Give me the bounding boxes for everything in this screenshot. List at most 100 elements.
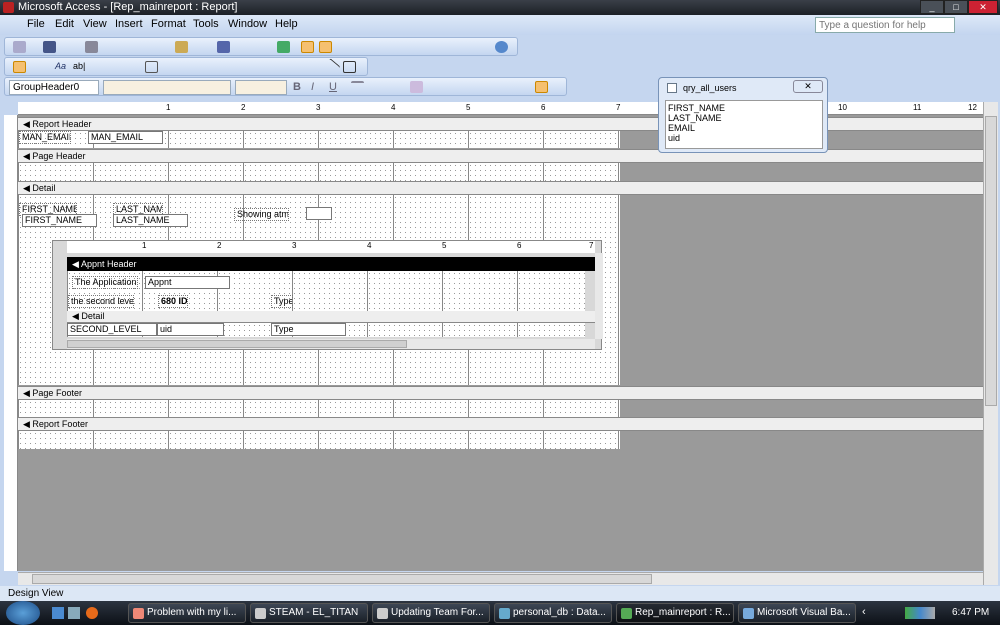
undo-icon[interactable] — [217, 41, 230, 53]
close-button[interactable]: ✕ — [968, 0, 998, 14]
switch-windows-icon[interactable] — [68, 607, 80, 619]
save-icon[interactable] — [43, 41, 56, 53]
menu-window[interactable]: Window — [228, 18, 267, 30]
window-title: Microsoft Access - [Rep_mainreport : Rep… — [18, 1, 238, 13]
subreport-vertical-scrollbar[interactable] — [595, 253, 603, 339]
menu-edit[interactable]: Edit — [55, 18, 74, 30]
menu-help[interactable]: Help — [275, 18, 298, 30]
start-button[interactable] — [6, 601, 40, 625]
field-item[interactable]: uid — [668, 133, 820, 143]
italic-button[interactable]: I — [311, 81, 324, 93]
print-icon[interactable] — [85, 41, 98, 53]
special-effect-icon[interactable] — [535, 81, 548, 93]
vertical-ruler — [4, 115, 18, 571]
field-item[interactable]: FIRST_NAME — [668, 103, 820, 113]
scroll-thumb[interactable] — [985, 116, 997, 406]
last-name-field[interactable]: LAST_NAME — [113, 214, 188, 227]
show-desktop-icon[interactable] — [52, 607, 64, 619]
checkbox-tool-icon[interactable] — [145, 61, 158, 73]
subreport-horizontal-scrollbar[interactable] — [67, 339, 595, 349]
ruler-mark: 10 — [838, 103, 847, 112]
menu-insert[interactable]: Insert — [115, 18, 143, 30]
vertical-scrollbar[interactable] — [983, 102, 998, 585]
steam-icon — [377, 608, 388, 619]
menu-tools[interactable]: Tools — [193, 18, 219, 30]
clock[interactable]: 6:47 PM — [952, 607, 989, 618]
task-firefox[interactable]: Problem with my li... — [128, 603, 246, 623]
man-email-label[interactable]: MAN_EMAIL: — [19, 131, 71, 144]
page-header-grid — [18, 163, 620, 181]
maximize-button[interactable]: □ — [944, 0, 968, 14]
horizontal-scrollbar[interactable] — [18, 572, 983, 585]
section-label: Detail — [32, 183, 56, 193]
underline-button[interactable]: U — [329, 81, 342, 93]
tray-icons[interactable] — [905, 607, 935, 619]
ruler-mark: 1 — [142, 241, 147, 250]
report-icon — [621, 608, 632, 619]
second-level-label[interactable]: the second level — [68, 295, 134, 308]
type-label[interactable]: Type — [271, 295, 293, 308]
rectangle-tool-icon[interactable] — [343, 61, 356, 73]
help-search-input[interactable] — [815, 17, 955, 33]
appnt-header-grid: The Application: Appnt the second level … — [67, 271, 585, 311]
field-list-icon[interactable] — [277, 41, 290, 53]
field-item[interactable]: EMAIL — [668, 123, 820, 133]
section-page-footer[interactable]: ◀ Page Footer — [18, 386, 983, 400]
help-icon[interactable] — [495, 41, 508, 53]
view-icon[interactable] — [13, 41, 26, 53]
second-level-field[interactable]: SECOND_LEVEL — [67, 323, 157, 336]
menu-format[interactable]: Format — [151, 18, 186, 30]
section-report-footer[interactable]: ◀ Report Footer — [18, 417, 983, 431]
subreport-control[interactable]: 1 2 3 4 5 6 7 ◀ Appnt Header The Applica… — [52, 240, 603, 350]
align-left-icon[interactable] — [351, 81, 364, 93]
showing-atm-field[interactable] — [306, 207, 332, 220]
menu-view[interactable]: View — [83, 18, 107, 30]
appnt-header-bar[interactable]: ◀ Appnt Header — [67, 257, 595, 271]
man-email-field[interactable]: MAN_EMAIL — [88, 131, 163, 144]
application-label[interactable]: The Application: — [72, 276, 138, 289]
uid-field[interactable]: uid — [157, 323, 224, 336]
task-vba[interactable]: Microsoft Visual Ba... — [738, 603, 856, 623]
task-steam[interactable]: STEAM - EL_TITAN — [250, 603, 368, 623]
field-list-close-button[interactable]: ✕ — [793, 80, 823, 93]
scroll-thumb[interactable] — [32, 574, 652, 584]
object-select[interactable]: GroupHeader0 — [9, 80, 99, 95]
report-header-grid: MAN_EMAIL: MAN_EMAIL — [18, 131, 620, 148]
bold-button[interactable]: B — [293, 81, 306, 93]
line-tool-icon[interactable] — [322, 58, 341, 76]
section-detail[interactable]: ◀ Detail — [18, 181, 983, 195]
toolbox-toggle-icon[interactable] — [301, 41, 314, 53]
task-label: Problem with my li... — [147, 607, 237, 618]
select-objects-icon[interactable] — [13, 61, 26, 73]
font-size-select[interactable] — [235, 80, 287, 95]
type-field[interactable]: Type — [271, 323, 346, 336]
ruler-mark: 7 — [589, 241, 594, 250]
font-select[interactable] — [103, 80, 231, 95]
firefox-icon[interactable] — [86, 607, 98, 619]
id-label[interactable]: 680 ID — [158, 295, 188, 308]
label-tool-icon[interactable]: Aa — [55, 61, 68, 73]
scroll-thumb[interactable] — [67, 340, 407, 348]
field-item[interactable]: LAST_NAME — [668, 113, 820, 123]
ruler-mark: 3 — [316, 103, 321, 112]
showing-atm-label[interactable]: Showing atm: — [234, 208, 289, 221]
textbox-tool-icon[interactable]: ab| — [73, 61, 86, 73]
steam-icon — [255, 608, 266, 619]
properties-icon[interactable] — [319, 41, 332, 53]
subreport-detail-bar[interactable]: ◀ Detail — [67, 311, 595, 323]
menu-file[interactable]: File — [27, 18, 45, 30]
fill-color-icon[interactable] — [410, 81, 423, 93]
appnt-field[interactable]: Appnt — [145, 276, 230, 289]
task-steam-update[interactable]: Updating Team For... — [372, 603, 490, 623]
first-name-field[interactable]: FIRST_NAME — [22, 214, 97, 227]
tray-expand-icon[interactable]: ‹ — [862, 606, 866, 618]
task-database[interactable]: personal_db : Data... — [494, 603, 612, 623]
paste-icon[interactable] — [175, 41, 188, 53]
access-icon — [3, 2, 14, 13]
field-list-window[interactable]: qry_all_users ✕ FIRST_NAME LAST_NAME EMA… — [658, 77, 828, 153]
section-page-header[interactable]: ◀ Page Header — [18, 149, 983, 163]
task-report[interactable]: Rep_mainreport : R... — [616, 603, 734, 623]
minimize-button[interactable]: _ — [920, 0, 944, 14]
field-list-title: qry_all_users — [683, 83, 737, 93]
section-report-header[interactable]: ◀ Report Header — [18, 117, 983, 131]
